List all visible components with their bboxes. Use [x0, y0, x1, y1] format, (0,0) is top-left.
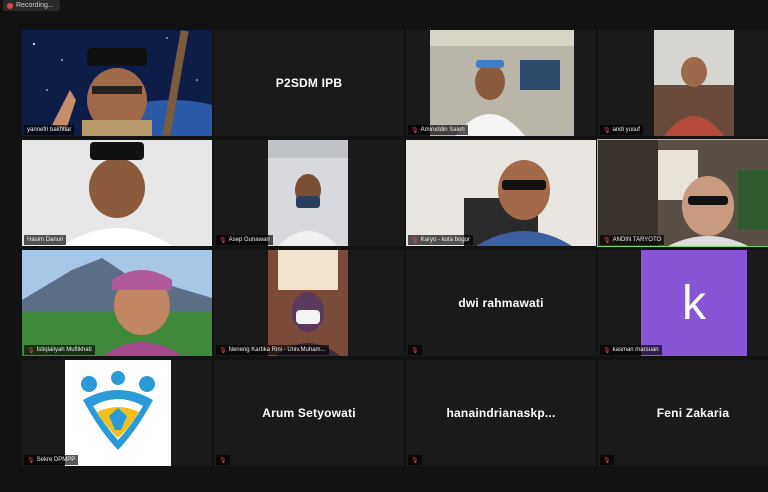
participant-tile[interactable]: 🎙 Neneng Kartika Rini - Univ.Muham...: [214, 250, 404, 356]
participant-mic-indicator: 🎙: [216, 455, 230, 465]
participant-tile[interactable]: Hasim Danuri: [22, 140, 212, 246]
participant-video: [22, 140, 212, 246]
participant-display-name: Feni Zakaria: [656, 406, 730, 420]
participant-tile[interactable]: Feni Zakaria 🎙: [598, 360, 768, 466]
participant-tile[interactable]: 🎙 andi yusuf: [598, 30, 768, 136]
muted-mic-icon: 🎙: [603, 457, 611, 464]
participant-tile[interactable]: 🎙 Karyo - kota bogor: [406, 140, 596, 246]
muted-mic-icon: 🎙: [411, 347, 419, 354]
participant-video: [598, 140, 768, 246]
top-bar: Recording...: [0, 0, 768, 14]
participant-tile[interactable]: hanaindrianaskp... 🎙: [406, 360, 596, 466]
muted-mic-icon: 🎙: [603, 347, 611, 354]
participant-video: [268, 250, 348, 356]
participant-name-label: 🎙 andi yusuf: [600, 125, 643, 135]
participant-video: [22, 250, 212, 356]
participant-video: [22, 30, 212, 136]
participant-tile[interactable]: dwi rahmawati 🎙: [406, 250, 596, 356]
recording-indicator[interactable]: Recording...: [3, 0, 60, 11]
muted-mic-icon: 🎙: [27, 457, 35, 464]
participant-tile[interactable]: 🎙 Amiruddin Saleh: [406, 30, 596, 136]
participant-display-name: Arum Setyowati: [262, 406, 356, 420]
participant-mic-indicator: 🎙: [408, 345, 422, 355]
muted-mic-icon: 🎙: [603, 127, 611, 134]
participant-name-label: yannefri bakhtiar: [24, 125, 75, 135]
recording-dot-icon: [7, 2, 13, 9]
participant-name-label: 🎙 ANDIN TARYOTO: [600, 235, 665, 245]
participant-video: [406, 140, 596, 246]
participant-name-label: 🎙 Neneng Kartika Rini - Univ.Muham...: [216, 345, 329, 355]
muted-mic-icon: 🎙: [27, 347, 35, 354]
participant-tile[interactable]: 🎙 Sekre DPMPP: [22, 360, 212, 466]
muted-mic-icon: 🎙: [411, 127, 419, 134]
participant-tile[interactable]: 🎙 Istiqlaliyah Muflikhati: [22, 250, 212, 356]
participant-video: [268, 140, 348, 246]
avatar: k: [641, 250, 747, 356]
participant-video: [654, 30, 734, 136]
participant-mic-indicator: 🎙: [600, 455, 614, 465]
participant-display-name: hanaindrianaskp...: [446, 406, 556, 420]
participant-name-label: 🎙 Asep Gunawan: [216, 235, 273, 245]
participant-logo: [65, 360, 171, 466]
participant-display-name: P2SDM IPB: [275, 76, 343, 90]
participant-video: [430, 30, 574, 136]
participant-tile[interactable]: Arum Setyowati 🎙: [214, 360, 404, 466]
recording-label: Recording...: [16, 2, 54, 9]
muted-mic-icon: 🎙: [603, 237, 611, 244]
participant-name-label: 🎙 Sekre DPMPP: [24, 455, 79, 465]
muted-mic-icon: 🎙: [219, 237, 227, 244]
muted-mic-icon: 🎙: [219, 347, 227, 354]
muted-mic-icon: 🎙: [411, 457, 419, 464]
muted-mic-icon: 🎙: [411, 237, 419, 244]
participant-tile[interactable]: P2SDM IPB: [214, 30, 404, 136]
participant-display-name: dwi rahmawati: [458, 296, 544, 310]
participant-tile[interactable]: 🎙 Asep Gunawan: [214, 140, 404, 246]
muted-mic-icon: 🎙: [219, 457, 227, 464]
participant-tile-active-speaker[interactable]: 🎙 ANDIN TARYOTO: [597, 139, 768, 247]
participant-name-label: 🎙 kasman marsuan: [600, 345, 662, 355]
participant-name-label: 🎙 Istiqlaliyah Muflikhati: [24, 345, 95, 355]
participant-name-label: 🎙 Amiruddin Saleh: [408, 125, 468, 135]
participant-mic-indicator: 🎙: [408, 455, 422, 465]
participant-name-label: 🎙 Karyo - kota bogor: [408, 235, 473, 245]
participant-tile[interactable]: k 🎙 kasman marsuan: [598, 250, 768, 356]
participant-name-label: Hasim Danuri: [24, 235, 67, 245]
participant-tile[interactable]: yannefri bakhtiar: [22, 30, 212, 136]
